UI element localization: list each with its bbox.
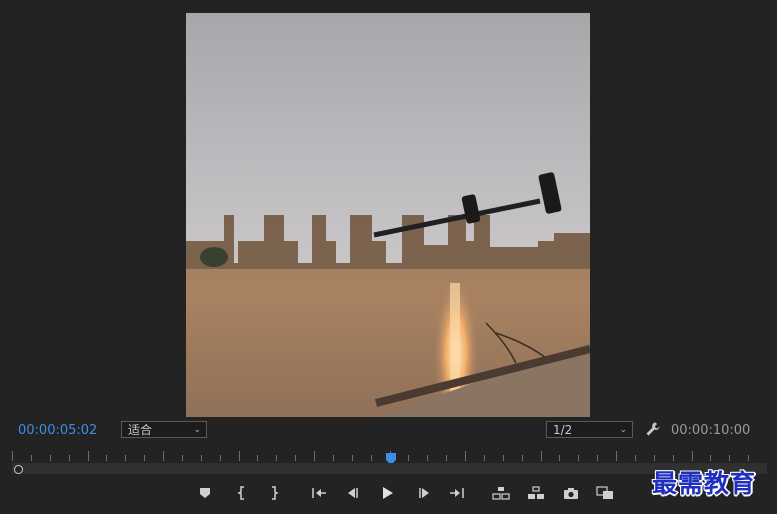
chevron-down-icon: ⌄	[193, 425, 201, 435]
step-back-icon[interactable]	[344, 485, 362, 501]
add-marker-icon[interactable]	[196, 485, 214, 501]
play-icon[interactable]	[379, 485, 397, 501]
step-forward-icon[interactable]	[415, 485, 433, 501]
program-monitor-frame	[186, 13, 590, 417]
video-frame-image	[186, 13, 590, 417]
export-frame-icon[interactable]	[562, 485, 580, 501]
compare-view-icon[interactable]	[596, 485, 614, 501]
go-to-out-icon[interactable]	[448, 485, 466, 501]
zoom-handle[interactable]	[14, 465, 23, 474]
mark-out-icon[interactable]	[265, 485, 283, 501]
fit-dropdown-value: 适合	[128, 423, 153, 437]
extract-icon[interactable]	[527, 485, 545, 501]
total-duration-timecode: 00:00:10:00	[671, 423, 751, 438]
fit-dropdown[interactable]: 适合 ⌄	[121, 421, 207, 438]
lift-icon[interactable]	[492, 485, 510, 501]
watermark-logo: 最需教育	[652, 469, 757, 498]
go-to-in-icon[interactable]	[310, 485, 328, 501]
current-timecode[interactable]: 00:00:05:02	[18, 423, 97, 438]
mark-in-icon[interactable]	[233, 485, 251, 501]
wrench-icon[interactable]	[645, 421, 661, 437]
playhead[interactable]	[385, 450, 397, 465]
resolution-dropdown-value: 1/2	[553, 423, 573, 437]
chevron-down-icon: ⌄	[619, 425, 627, 435]
resolution-dropdown[interactable]: 1/2 ⌄	[546, 421, 633, 438]
